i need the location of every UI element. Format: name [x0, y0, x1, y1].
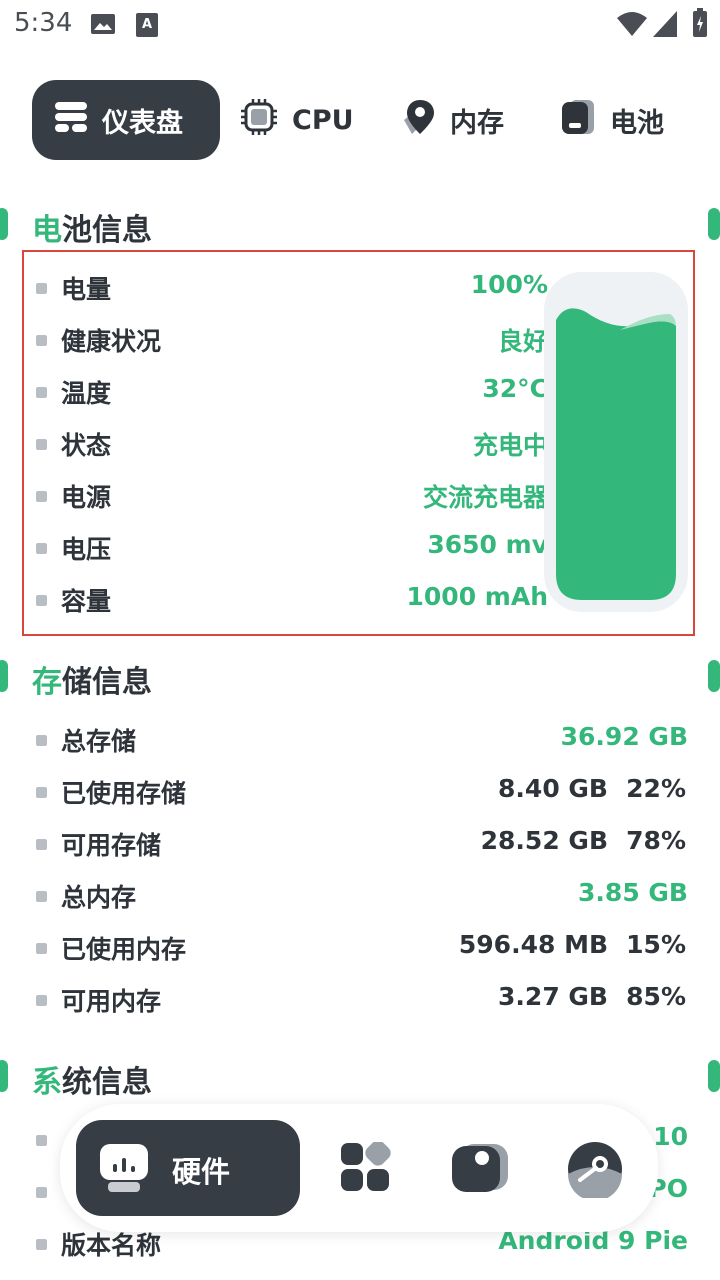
bullet — [36, 543, 47, 554]
tab-label: CPU — [292, 104, 354, 136]
memory-icon — [400, 98, 436, 143]
dashboard-icon — [54, 100, 88, 141]
section-marker-left — [0, 208, 8, 240]
bullet — [36, 1187, 47, 1198]
hardware-icon — [98, 1142, 150, 1198]
nav-hardware[interactable]: 硬件 — [76, 1120, 300, 1216]
bullet — [36, 595, 47, 606]
top-tab-bar: 仪表盘 CPU 内存 电池 — [0, 80, 720, 160]
tab-cpu[interactable]: CPU — [240, 80, 360, 160]
svg-text:A: A — [142, 17, 152, 32]
bullet — [36, 335, 47, 346]
bullet — [36, 943, 47, 954]
apps-icon[interactable] — [340, 1140, 392, 1198]
storage-row: 可用内存 3.27 GB 85% — [36, 982, 688, 1022]
battery-level-graphic — [544, 272, 688, 612]
bullet — [36, 995, 47, 1006]
bullet — [36, 387, 47, 398]
section-marker-left — [0, 660, 8, 692]
tab-dashboard[interactable]: 仪表盘 — [32, 80, 220, 160]
battery-level-fill — [556, 308, 676, 600]
font-icon: A — [135, 12, 159, 42]
storage-row: 总存储 36.92 GB — [36, 722, 688, 762]
tab-label: 仪表盘 — [102, 107, 183, 139]
battery-icon — [560, 98, 596, 143]
bullet — [36, 891, 47, 902]
section-marker-left — [0, 1060, 8, 1092]
bullet — [36, 787, 47, 798]
tag-icon[interactable] — [450, 1140, 510, 1200]
bullet — [36, 735, 47, 746]
bottom-nav-bar: 硬件 — [60, 1104, 658, 1232]
bullet — [36, 283, 47, 294]
tab-label: 电池 — [610, 107, 664, 139]
bullet — [36, 1135, 47, 1146]
disc-icon[interactable] — [566, 1140, 624, 1202]
storage-section-title: 存储信息 — [32, 665, 152, 700]
section-marker-right — [708, 660, 720, 692]
bullet — [36, 839, 47, 850]
bullet — [36, 1239, 47, 1250]
chip-icon — [240, 98, 278, 143]
section-marker-right — [708, 208, 720, 240]
image-icon — [90, 12, 116, 40]
storage-row: 可用存储 28.52 GB 78% — [36, 826, 688, 866]
system-row: 版本名称 Android 9 Pie — [36, 1226, 688, 1266]
section-marker-right — [708, 1060, 720, 1092]
tab-memory[interactable]: 内存 — [400, 80, 520, 160]
status-time: 5:34 — [14, 8, 73, 38]
tab-battery[interactable]: 电池 — [560, 80, 680, 160]
status-bar: 5:34 A — [0, 0, 720, 50]
battery-charging-icon — [692, 8, 708, 42]
tab-label: 内存 — [450, 107, 504, 139]
bullet — [36, 439, 47, 450]
storage-row: 已使用内存 596.48 MB 15% — [36, 930, 688, 970]
signal-icon — [652, 10, 678, 42]
bullet — [36, 491, 47, 502]
storage-row: 已使用存储 8.40 GB 22% — [36, 774, 688, 814]
wifi-icon — [616, 10, 648, 42]
storage-row: 总内存 3.85 GB — [36, 878, 688, 918]
system-section-title: 系统信息 — [32, 1065, 152, 1100]
nav-hardware-label: 硬件 — [172, 1155, 231, 1189]
battery-section-title: 电池信息 — [32, 213, 152, 248]
